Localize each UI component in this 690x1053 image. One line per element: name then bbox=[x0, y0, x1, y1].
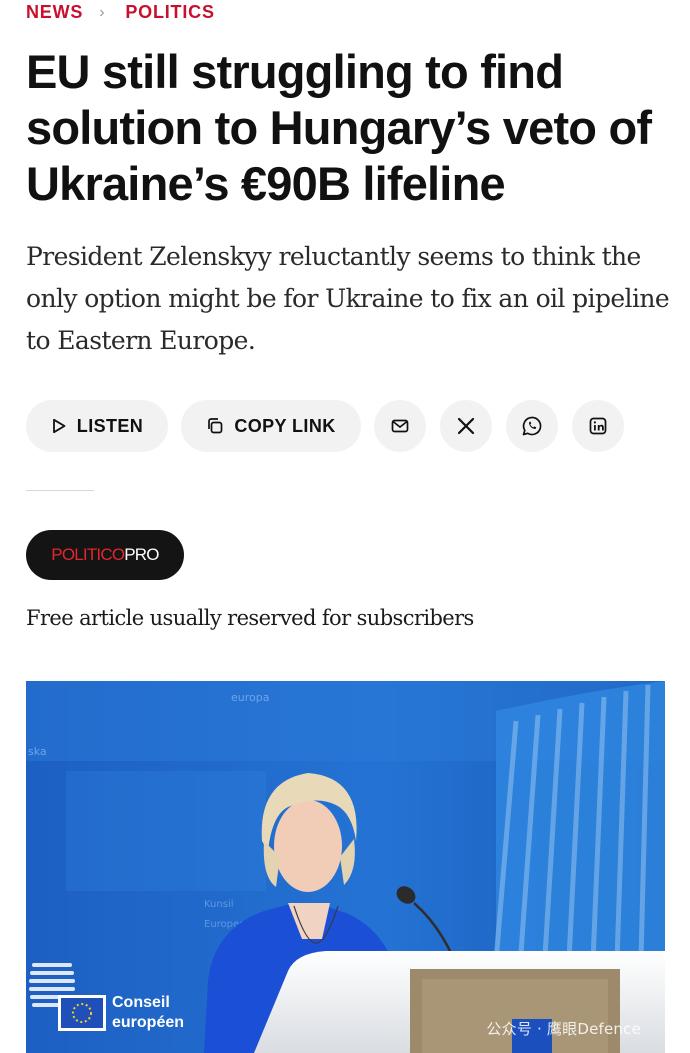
council-logo-text: Conseil bbox=[112, 994, 170, 1011]
copy-link-button[interactable]: COPY LINK bbox=[181, 400, 361, 452]
copy-icon bbox=[208, 418, 223, 434]
pro-wordmark: PRO bbox=[124, 545, 159, 564]
article-hero-photo: europa ska Kunsil Europeo Conseil europé… bbox=[26, 681, 665, 1053]
politico-pro-badge[interactable]: POLITICO PRO bbox=[26, 530, 184, 580]
chevron-right-icon: › bbox=[99, 3, 106, 21]
listen-button[interactable]: LISTEN bbox=[26, 400, 168, 452]
linkedin-share-button[interactable] bbox=[572, 400, 624, 452]
whatsapp-share-button[interactable] bbox=[506, 400, 558, 452]
watermark-text: 公众号 · 鹰眼Defence bbox=[486, 1020, 641, 1038]
email-share-button[interactable] bbox=[374, 400, 426, 452]
whatsapp-icon bbox=[522, 416, 542, 436]
listen-label: LISTEN bbox=[76, 415, 144, 436]
politico-wordmark: POLITICO bbox=[51, 545, 125, 564]
play-icon bbox=[52, 418, 66, 434]
subscriber-note: Free article usually reserved for subscr… bbox=[26, 606, 474, 630]
linkedin-icon bbox=[589, 417, 607, 435]
article-dek: President Zelenskyy reluctantly seems to… bbox=[26, 242, 670, 355]
background-sign: Kunsil bbox=[204, 899, 234, 910]
breadcrumb: NEWS › POLITICS bbox=[26, 2, 215, 23]
breadcrumb-politics-link[interactable]: POLITICS bbox=[125, 2, 214, 23]
mail-icon bbox=[391, 419, 409, 433]
speaker-face bbox=[274, 800, 342, 892]
council-logo-text: européen bbox=[112, 1014, 184, 1031]
background-sign: ska bbox=[28, 745, 47, 758]
background-sign: europa bbox=[231, 691, 269, 704]
x-share-button[interactable] bbox=[440, 400, 492, 452]
breadcrumb-news-link[interactable]: NEWS bbox=[26, 2, 83, 23]
copy-link-label: COPY LINK bbox=[234, 415, 336, 436]
article-headline: EU still struggling to find solution to … bbox=[26, 45, 652, 210]
x-icon bbox=[457, 417, 475, 435]
section-divider bbox=[26, 490, 94, 491]
